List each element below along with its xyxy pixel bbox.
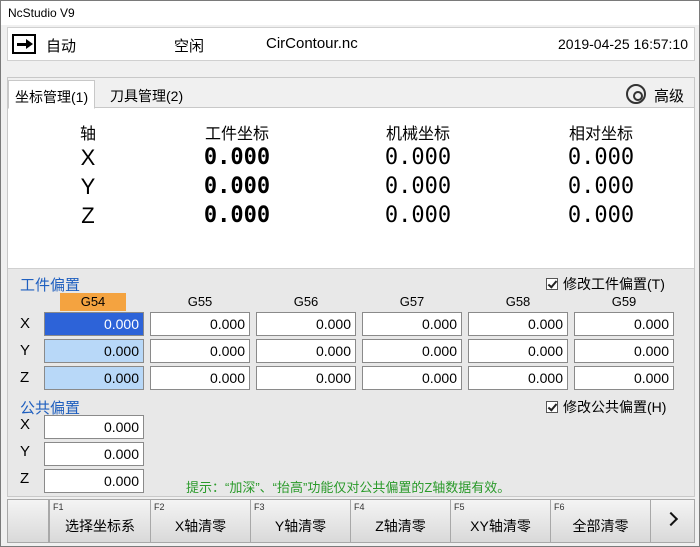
- relative-coord-y: 0.000: [567, 174, 635, 199]
- work-coord-z: 0.000: [203, 203, 271, 228]
- button-label: Y轴清零: [274, 518, 327, 534]
- g54-y-input[interactable]: 0.000: [44, 339, 144, 363]
- f1-select-coord-button[interactable]: F1 选择坐标系: [49, 499, 151, 543]
- header-axis: 轴: [79, 126, 97, 143]
- button-label: 全部清零: [572, 518, 629, 534]
- modify-common-offset-checkbox[interactable]: 修改公共偏置(H): [546, 397, 666, 417]
- key-label: F1: [53, 502, 64, 512]
- function-key-spacer: [7, 499, 49, 543]
- g57-x-input[interactable]: 0.000: [362, 312, 462, 336]
- g58-x-input[interactable]: 0.000: [468, 312, 568, 336]
- key-label: F6: [554, 502, 565, 512]
- axis-label-x: X: [80, 145, 96, 170]
- g57-z-input[interactable]: 0.000: [362, 366, 462, 390]
- checkbox-checked-icon: [546, 278, 558, 290]
- g56-x-input[interactable]: 0.000: [256, 312, 356, 336]
- f5-xy-zero-button[interactable]: F5 XY轴清零: [450, 499, 551, 543]
- column-g56[interactable]: G56: [256, 293, 356, 311]
- button-label: 选择坐标系: [65, 518, 135, 534]
- work-offset-axis-y: Y: [20, 342, 31, 359]
- tab-bar: 坐标管理(1) 刀具管理(2) 高级: [8, 78, 694, 109]
- g56-z-input[interactable]: 0.000: [256, 366, 356, 390]
- g58-z-input[interactable]: 0.000: [468, 366, 568, 390]
- main-panel: 坐标管理(1) 刀具管理(2) 高级 轴 工件坐标 机械坐标 相对坐标 X 0.…: [7, 77, 695, 497]
- button-label: XY轴清零: [470, 518, 531, 534]
- header-relative-coord: 相对坐标: [568, 126, 634, 143]
- title-bar: NcStudio V9: [1, 1, 699, 25]
- column-g57[interactable]: G57: [362, 293, 462, 311]
- modify-work-offset-label: 修改工件偏置(T): [563, 276, 665, 292]
- coordinate-display: 轴 工件坐标 机械坐标 相对坐标 X 0.000 0.000 0.000 Y 0…: [8, 110, 694, 268]
- machine-coord-y: 0.000: [384, 174, 452, 199]
- key-label: F2: [154, 502, 165, 512]
- machine-coord-x: 0.000: [384, 145, 452, 170]
- button-label: Z轴清零: [375, 518, 426, 534]
- modify-common-offset-label: 修改公共偏置(H): [563, 399, 667, 415]
- current-file: CirContour.nc: [266, 35, 358, 52]
- chevron-right-icon: [663, 511, 678, 527]
- work-coord-y: 0.000: [203, 174, 271, 199]
- app-window: NcStudio V9 自动 空闲 CirContour.nc 2019-04-…: [0, 0, 700, 547]
- common-z-input[interactable]: 0.000: [44, 469, 144, 493]
- g59-x-input[interactable]: 0.000: [574, 312, 674, 336]
- work-coord-x: 0.000: [203, 145, 271, 170]
- g55-x-input[interactable]: 0.000: [150, 312, 250, 336]
- f6-all-zero-button[interactable]: F6 全部清零: [550, 499, 651, 543]
- header-machine-coord: 机械坐标: [385, 126, 451, 143]
- relative-coord-x: 0.000: [567, 145, 635, 170]
- header-work-coord: 工件坐标: [204, 126, 270, 143]
- key-label: F5: [454, 502, 465, 512]
- column-g54[interactable]: G54: [60, 293, 126, 311]
- status-bar: 自动 空闲 CirContour.nc 2019-04-25 16:57:10: [7, 27, 695, 61]
- relative-coord-z: 0.000: [567, 203, 635, 228]
- work-offset-axis-z: Z: [20, 369, 30, 386]
- key-label: F3: [254, 502, 265, 512]
- g54-z-input[interactable]: 0.000: [44, 366, 144, 390]
- axis-label-z: Z: [81, 203, 95, 228]
- advanced-button[interactable]: 高级: [654, 85, 684, 109]
- machine-state: 空闲: [174, 38, 205, 55]
- datetime: 2019-04-25 16:57:10: [558, 36, 688, 52]
- mode-text: 自动: [46, 38, 77, 55]
- g54-x-input[interactable]: 0.000: [44, 312, 144, 336]
- column-g58[interactable]: G58: [468, 293, 568, 311]
- function-key-bar: F1 选择坐标系 F2 X轴清零 F3 Y轴清零 F4 Z轴清零 F5 XY轴清…: [7, 499, 695, 543]
- g55-y-input[interactable]: 0.000: [150, 339, 250, 363]
- f3-y-zero-button[interactable]: F3 Y轴清零: [250, 499, 351, 543]
- checkbox-checked-icon: [546, 401, 558, 413]
- column-g55[interactable]: G55: [150, 293, 250, 311]
- machine-coord-z: 0.000: [384, 203, 452, 228]
- common-offset-axis-z: Z: [20, 470, 30, 487]
- button-label: X轴清零: [174, 518, 227, 534]
- tab-tool-management[interactable]: 刀具管理(2): [104, 80, 189, 108]
- tab-label: 刀具管理(2): [110, 88, 184, 104]
- common-x-input[interactable]: 0.000: [44, 415, 144, 439]
- g57-y-input[interactable]: 0.000: [362, 339, 462, 363]
- hint-text: 提示：“加深”、“抬高”功能仅对公共偏置的Z轴数据有效。: [186, 480, 511, 495]
- column-g59[interactable]: G59: [574, 293, 674, 311]
- modify-work-offset-checkbox[interactable]: 修改工件偏置(T): [546, 274, 665, 294]
- window-title: NcStudio V9: [8, 6, 75, 20]
- mode-arrow-icon: [12, 34, 36, 54]
- axis-label-y: Y: [80, 174, 96, 199]
- common-y-input[interactable]: 0.000: [44, 442, 144, 466]
- next-page-button[interactable]: [650, 499, 695, 543]
- offsets-area: 工件偏置 修改工件偏置(T) G54 G55 G56 G57 G58 G59 X…: [8, 268, 694, 496]
- g55-z-input[interactable]: 0.000: [150, 366, 250, 390]
- key-label: F4: [354, 502, 365, 512]
- camera-settings-icon[interactable]: [626, 84, 646, 104]
- tab-coordinate-management[interactable]: 坐标管理(1): [8, 80, 96, 109]
- f4-z-zero-button[interactable]: F4 Z轴清零: [350, 499, 451, 543]
- g58-y-input[interactable]: 0.000: [468, 339, 568, 363]
- f2-x-zero-button[interactable]: F2 X轴清零: [150, 499, 251, 543]
- work-offset-axis-x: X: [20, 315, 31, 332]
- common-offset-axis-x: X: [20, 416, 31, 433]
- g59-y-input[interactable]: 0.000: [574, 339, 674, 363]
- common-offset-axis-y: Y: [20, 443, 31, 460]
- tab-label: 坐标管理(1): [15, 89, 89, 105]
- work-offset-title: 工件偏置: [20, 277, 81, 294]
- g59-z-input[interactable]: 0.000: [574, 366, 674, 390]
- g56-y-input[interactable]: 0.000: [256, 339, 356, 363]
